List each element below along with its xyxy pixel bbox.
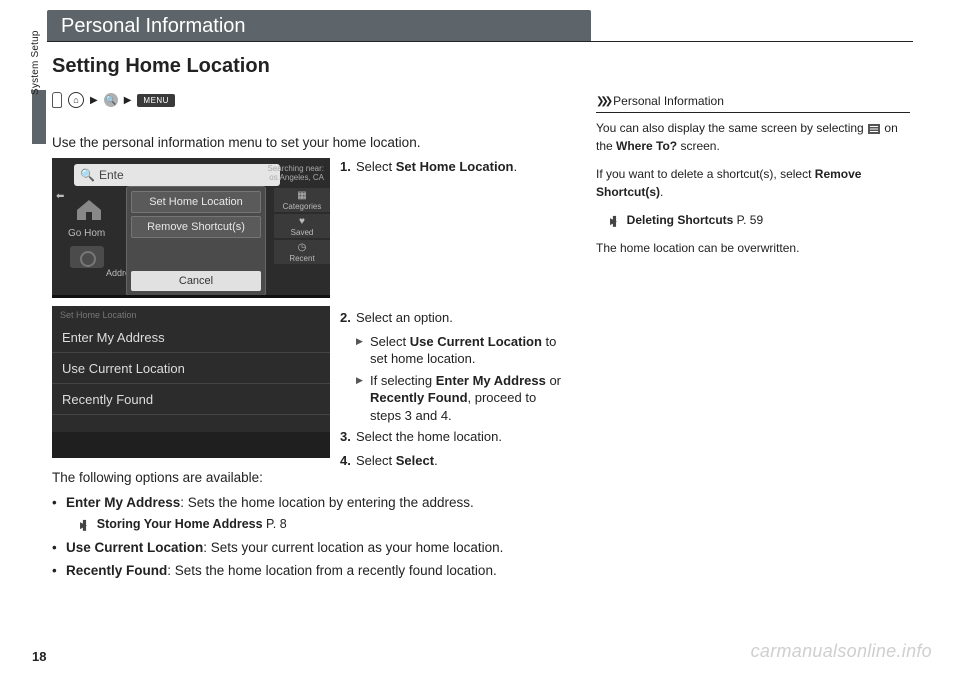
chevron-right-icon: ▶ bbox=[124, 95, 132, 106]
step-list-1: 1. Select Set Home Location. bbox=[340, 158, 570, 182]
right-side-column: ▦Categories ♥Saved ◷Recent bbox=[274, 188, 330, 264]
recent-tile: ◷Recent bbox=[274, 240, 330, 264]
step-4: 4. Select Select. bbox=[340, 452, 570, 470]
house-icon bbox=[74, 198, 104, 222]
search-text: Ente bbox=[99, 168, 124, 182]
popup-option-remove-shortcut: Remove Shortcut(s) bbox=[131, 216, 261, 238]
categories-tile: ▦Categories bbox=[274, 188, 330, 212]
manual-page: { "header": "Personal Information", "sid… bbox=[0, 0, 960, 678]
bullet-enter-my-address: Enter My Address: Sets the home location… bbox=[52, 494, 572, 513]
step-3: 3. Select the home location. bbox=[340, 428, 570, 446]
key-sequence: ⌂ ▶ 🔍 ▶ MENU bbox=[52, 92, 175, 108]
ref-deleting-shortcuts: Deleting Shortcuts P. 59 bbox=[610, 211, 910, 229]
section-title: Setting Home Location bbox=[52, 55, 270, 78]
camera-icon bbox=[70, 246, 104, 268]
step-2-sub-2: If selecting Enter My Address or Recentl… bbox=[356, 372, 570, 425]
info-paragraph-2: If you want to delete a shortcut(s), sel… bbox=[596, 165, 910, 201]
searching-near-label: Searching near: os Angeles, CA bbox=[268, 164, 324, 182]
popup-cancel-button: Cancel bbox=[131, 271, 261, 291]
header-rule bbox=[47, 41, 913, 42]
popup-menu: Set Home Location Remove Shortcut(s) Can… bbox=[126, 186, 266, 296]
step-2: 2. Select an option. bbox=[340, 309, 570, 327]
device-screenshot-1: 🔍 Ente Searching near: os Angeles, CA ⬅ … bbox=[52, 158, 330, 298]
saved-tile: ♥Saved bbox=[274, 214, 330, 238]
side-tab-label: System Setup bbox=[30, 30, 41, 95]
info-paragraph-3: The home location can be overwritten. bbox=[596, 239, 910, 257]
chapter-header: Personal Information bbox=[47, 10, 591, 42]
options-intro: The following options are available: bbox=[52, 470, 263, 485]
home-button-icon: ⌂ bbox=[68, 92, 84, 108]
bullet-recently-found: Recently Found: Sets the home location f… bbox=[52, 562, 572, 581]
popup-option-set-home: Set Home Location bbox=[131, 191, 261, 213]
watermark: carmanualsonline.info bbox=[751, 641, 932, 662]
search-icon: 🔍 bbox=[80, 168, 95, 182]
step-list-2: 2. Select an option. Select Use Current … bbox=[340, 309, 570, 475]
chevron-right-icon: ▶ bbox=[90, 95, 98, 106]
option-enter-my-address: Enter My Address bbox=[52, 322, 330, 353]
heart-icon: ♥ bbox=[299, 216, 305, 227]
side-info-column: ❯❯❯ Personal Information You can also di… bbox=[596, 92, 910, 267]
step-1: 1. Select Set Home Location. bbox=[340, 158, 570, 176]
screen2-title: Set Home Location bbox=[52, 306, 330, 322]
info-header: ❯❯❯ Personal Information bbox=[596, 92, 910, 113]
menu-badge: MENU bbox=[137, 94, 175, 107]
bottom-bar bbox=[52, 295, 330, 298]
bullet-use-current-location: Use Current Location: Sets your current … bbox=[52, 539, 572, 558]
ref-storing-home-address: Storing Your Home Address P. 8 bbox=[80, 517, 572, 531]
search-bar: 🔍 Ente bbox=[74, 164, 280, 186]
grid-icon: ▦ bbox=[297, 190, 306, 201]
go-home-label: Go Hom bbox=[68, 228, 105, 239]
page-number: 18 bbox=[32, 649, 46, 664]
info-paragraph-1: You can also display the same screen by … bbox=[596, 119, 910, 155]
intro-text: Use the personal information menu to set… bbox=[52, 135, 420, 150]
clock-icon: ◷ bbox=[298, 242, 307, 253]
option-recently-found: Recently Found bbox=[52, 384, 330, 415]
back-arrow-icon: ⬅ bbox=[56, 191, 64, 202]
side-tab-block bbox=[32, 90, 46, 144]
bottom-bar bbox=[52, 432, 330, 458]
menu-icon bbox=[868, 124, 880, 134]
device-screenshot-2: Set Home Location Enter My Address Use C… bbox=[52, 306, 330, 458]
options-bullets: Enter My Address: Sets the home location… bbox=[52, 490, 572, 585]
triple-chevron-icon: ❯❯❯ bbox=[596, 94, 609, 109]
search-round-icon: 🔍 bbox=[104, 93, 118, 107]
step-2-sub-1: Select Use Current Location to set home … bbox=[356, 333, 570, 368]
pointer-icon bbox=[52, 92, 62, 108]
option-use-current-location: Use Current Location bbox=[52, 353, 330, 384]
